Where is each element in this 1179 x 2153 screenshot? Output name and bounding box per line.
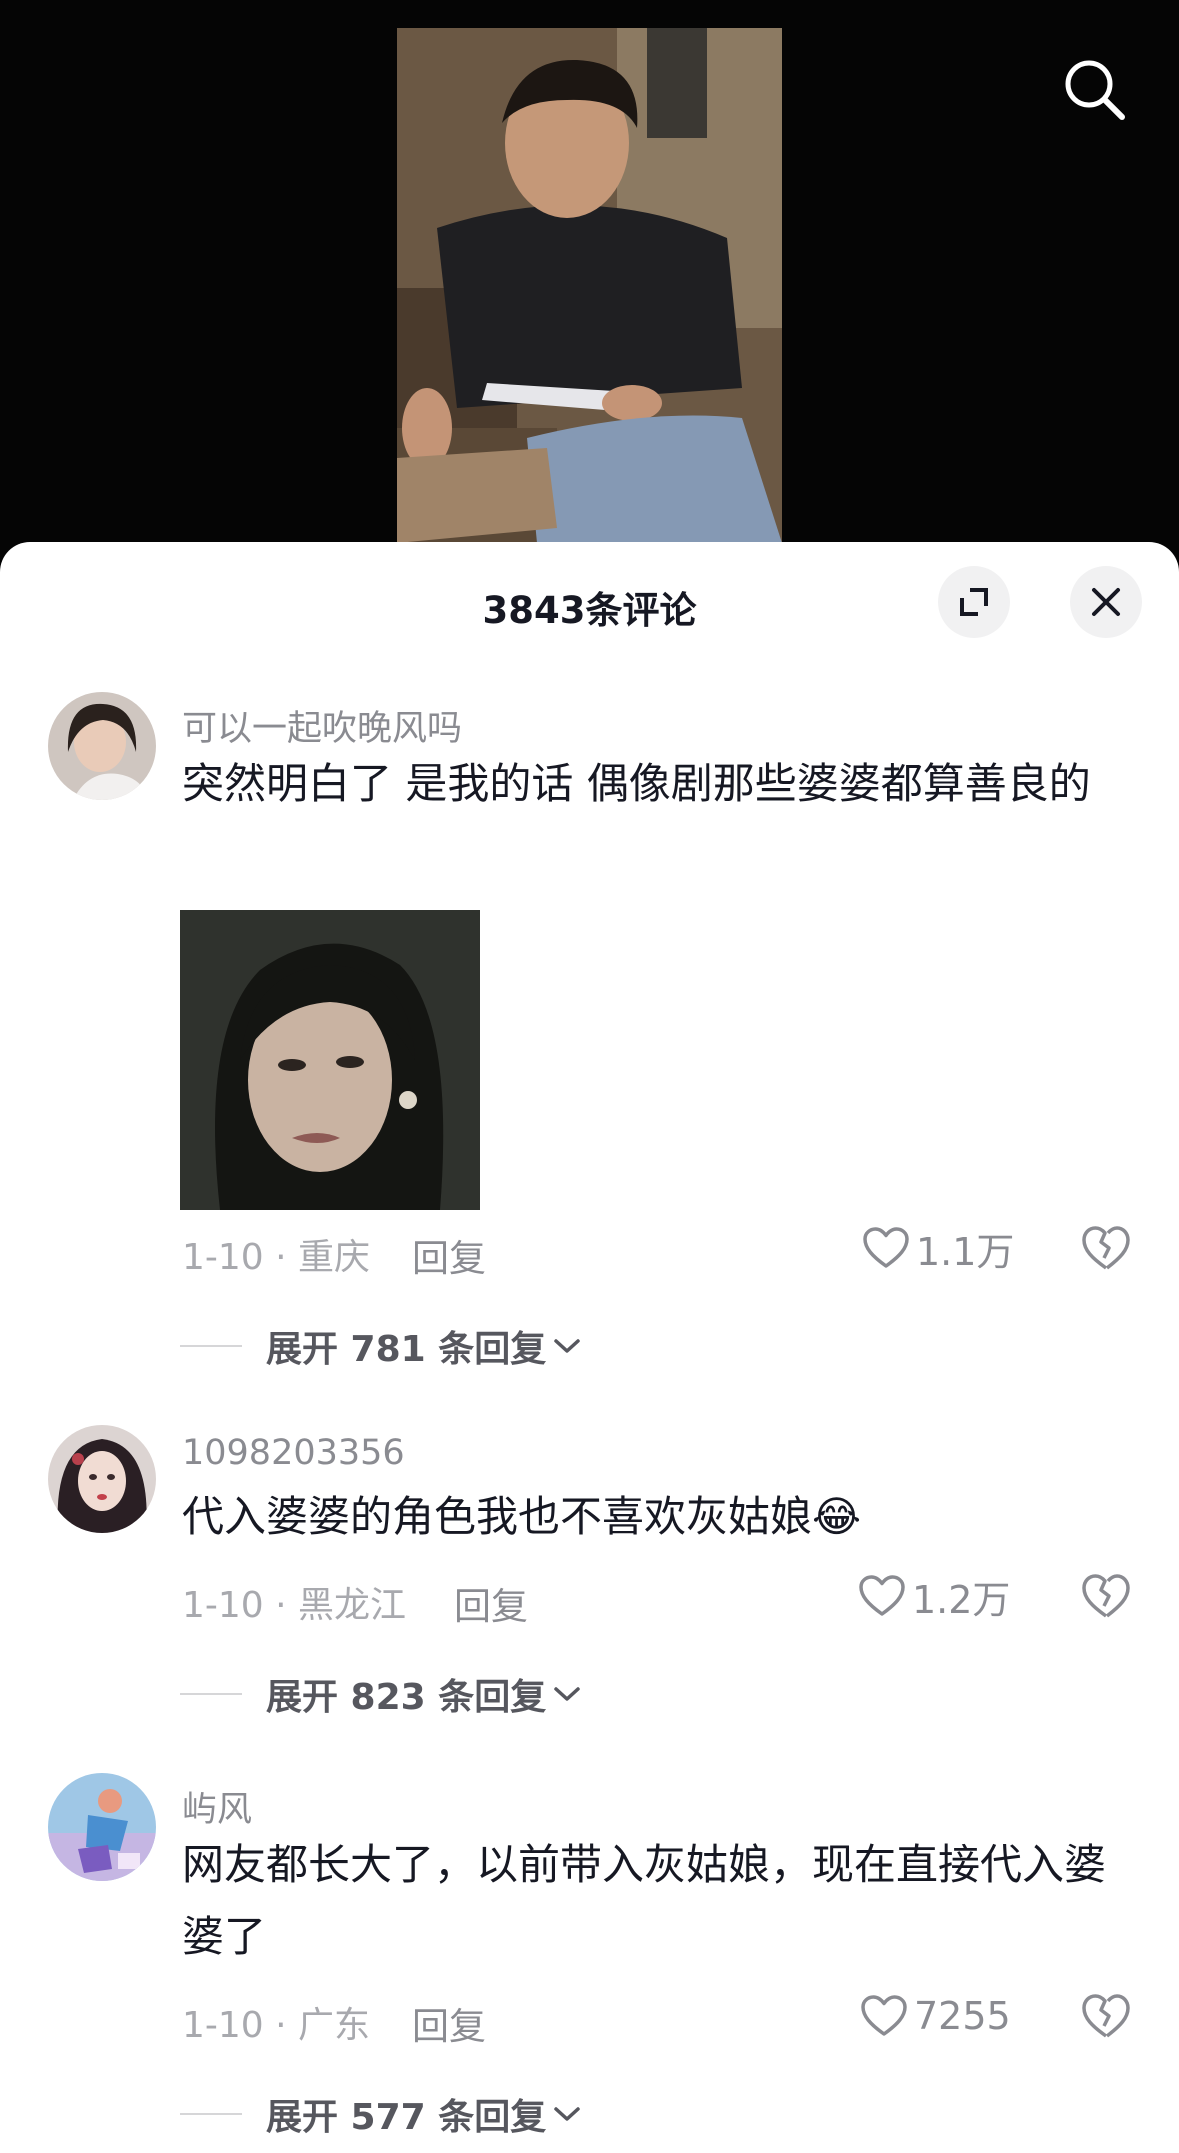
- broken-heart-icon: [1082, 1994, 1130, 2038]
- comment-username[interactable]: 1098203356: [182, 1433, 405, 1473]
- like-button[interactable]: 7255: [860, 1988, 1011, 2044]
- dislike-button[interactable]: [1080, 1222, 1132, 1274]
- comment-date-location: 1-10 · 黑龙江: [182, 1585, 407, 1626]
- avatar[interactable]: [48, 1773, 156, 1881]
- dislike-button[interactable]: [1080, 1570, 1132, 1622]
- avatar-image: [48, 1425, 156, 1533]
- comment-text: 代入婆婆的角色我也不喜欢灰姑娘😂: [182, 1481, 1112, 1553]
- avatar[interactable]: [48, 1425, 156, 1533]
- chevron-down-icon: [554, 1687, 580, 1701]
- reply-button[interactable]: 回复: [412, 1996, 486, 2050]
- dislike-button[interactable]: [1080, 1990, 1132, 2042]
- like-count: 7255: [914, 1994, 1011, 2038]
- avatar[interactable]: [48, 692, 156, 800]
- expand-replies-label: 展开 781 条回复: [266, 1329, 547, 1370]
- close-sheet-button[interactable]: [1070, 566, 1142, 638]
- comment-meta-row: 1-10 · 广东 回复 7255: [182, 1988, 1179, 2048]
- expand-sheet-button[interactable]: [938, 566, 1010, 638]
- expand-replies-button[interactable]: 展开 823 条回复: [180, 1668, 582, 1720]
- comment-item: 1098203356 代入婆婆的角色我也不喜欢灰姑娘😂: [0, 1425, 1179, 1555]
- expand-divider: [180, 2113, 242, 2115]
- comment-sheet-header: 3843条评论: [0, 542, 1179, 662]
- search-button[interactable]: [1060, 55, 1130, 125]
- like-count: 1.1万: [916, 1229, 1015, 1274]
- expand-icon: [960, 588, 988, 616]
- comment-image-picture: [180, 910, 480, 1210]
- comment-image[interactable]: [180, 910, 480, 1210]
- like-button[interactable]: 1.2万: [858, 1568, 1010, 1624]
- comment-username[interactable]: 可以一起吹晚风吗: [182, 700, 462, 751]
- video-thumbnail[interactable]: [397, 28, 782, 543]
- comment-username[interactable]: 屿风: [182, 1781, 252, 1832]
- expand-replies-button[interactable]: 展开 781 条回复: [180, 1320, 582, 1372]
- avatar-image: [48, 1773, 156, 1881]
- expand-divider: [180, 1693, 242, 1695]
- video-scene-image: [397, 28, 782, 543]
- reply-button[interactable]: 回复: [454, 1576, 528, 1630]
- like-button[interactable]: 1.1万: [862, 1220, 1014, 1276]
- expand-replies-button[interactable]: 展开 577 条回复: [180, 2088, 582, 2140]
- comment-sheet: 3843条评论 可以一起吹晚风吗 突然明白了 是我的话 偶像剧那些婆婆都算善良的…: [0, 542, 1179, 2153]
- broken-heart-icon: [1082, 1226, 1130, 1270]
- comment-item: 可以一起吹晚风吗 突然明白了 是我的话 偶像剧那些婆婆都算善良的: [0, 692, 1179, 1112]
- like-count: 1.2万: [912, 1577, 1011, 1622]
- avatar-image: [48, 692, 156, 800]
- heart-icon: [859, 1575, 905, 1616]
- expand-replies-label: 展开 823 条回复: [266, 1677, 547, 1718]
- comment-text: 突然明白了 是我的话 偶像剧那些婆婆都算善良的: [182, 759, 1091, 808]
- comment-date-location: 1-10 · 广东: [182, 2005, 371, 2046]
- chevron-down-icon: [554, 2107, 580, 2121]
- video-player[interactable]: [0, 0, 1179, 560]
- comment-text: 网友都长大了，以前带入灰姑娘，现在直接代入婆婆了: [182, 1840, 1107, 1961]
- heart-icon: [863, 1227, 909, 1268]
- comment-meta-row: 1-10 · 黑龙江 回复 1.2万: [182, 1568, 1179, 1628]
- close-icon: [1092, 588, 1120, 616]
- expand-divider: [180, 1345, 242, 1347]
- expand-replies-label: 展开 577 条回复: [266, 2097, 547, 2138]
- reply-button[interactable]: 回复: [412, 1228, 486, 1282]
- laugh-cry-emoji: 😂: [812, 1492, 862, 1541]
- comment-text-body: 代入婆婆的角色我也不喜欢灰姑娘: [182, 1492, 813, 1541]
- comment-item: 屿风 网友都长大了，以前带入灰姑娘，现在直接代入婆婆了: [0, 1773, 1179, 1973]
- heart-icon: [861, 1995, 907, 2036]
- chevron-down-icon: [554, 1339, 580, 1353]
- comment-date-location: 1-10 · 重庆: [182, 1237, 371, 1278]
- comment-meta-row: 1-10 · 重庆 回复 1.1万: [182, 1220, 1179, 1280]
- search-icon: [1065, 60, 1125, 120]
- broken-heart-icon: [1082, 1574, 1130, 1618]
